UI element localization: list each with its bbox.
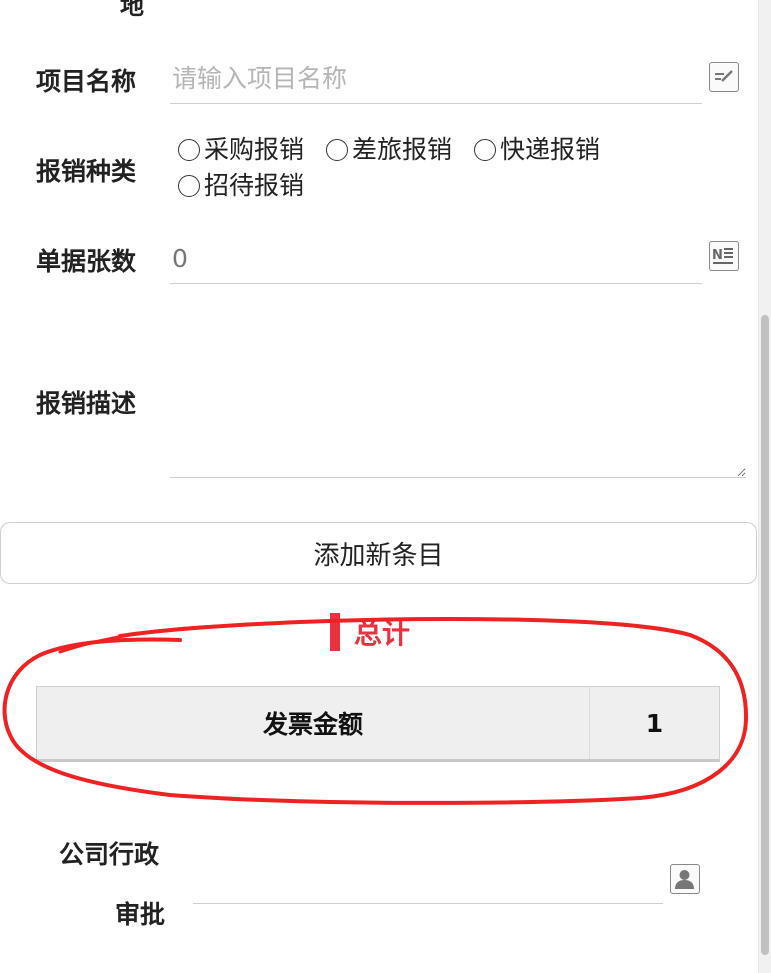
description-label: 报销描述 [36,389,137,418]
edit-icon[interactable] [709,62,739,92]
radio-option-purchase[interactable]: 采购报销 [170,135,304,164]
number-icon[interactable]: N [709,241,739,271]
approval-label-line1: 公司行政 [59,840,160,869]
radio-option-label: 采购报销 [204,135,305,164]
radio-option-label: 招待报销 [204,171,305,200]
radio-button[interactable] [178,175,200,197]
svg-text:N: N [712,248,723,263]
user-icon[interactable] [670,864,700,894]
summary-table-row: 发票金额 1 [36,686,720,762]
add-item-button[interactable]: 添加新条目 [0,522,757,584]
radio-button[interactable] [178,139,200,161]
project-name-input[interactable] [170,54,702,104]
project-name-label: 项目名称 [36,67,137,96]
reimburse-type-radio-group: 采购报销 差旅报销 快递报销 招待报销 [170,132,750,204]
radio-button[interactable] [473,139,496,161]
radio-option-travel[interactable]: 差旅报销 [318,135,452,164]
heading-accent-bar [330,613,340,651]
approval-label-line2: 审批 [115,900,166,929]
radio-option-label: 差旅报销 [351,135,452,164]
vertical-scrollbar[interactable] [758,0,771,973]
radio-option-label: 快递报销 [499,135,600,164]
receipt-count-input[interactable] [170,234,702,284]
receipt-count-label: 单据张数 [36,247,137,276]
radio-button[interactable] [325,139,348,161]
invoice-amount-value: 1 [645,708,664,738]
cutoff-field-label: 地 [120,0,144,20]
reimbursement-form-page: 地 项目名称 报销种类 采购报销 差旅报销 快递报销 招待报销 单据张数 N 报… [0,0,771,973]
scrollbar-thumb[interactable] [761,315,769,955]
description-textarea[interactable] [170,316,746,478]
invoice-amount-label: 发票金额 [37,687,590,759]
total-heading: 总计 [330,612,410,652]
total-heading-text: 总计 [354,617,411,650]
approval-signature-line[interactable] [193,903,663,904]
radio-option-entertainment[interactable]: 招待报销 [170,171,304,200]
reimburse-type-label: 报销种类 [36,157,137,186]
radio-option-courier[interactable]: 快递报销 [466,135,600,164]
